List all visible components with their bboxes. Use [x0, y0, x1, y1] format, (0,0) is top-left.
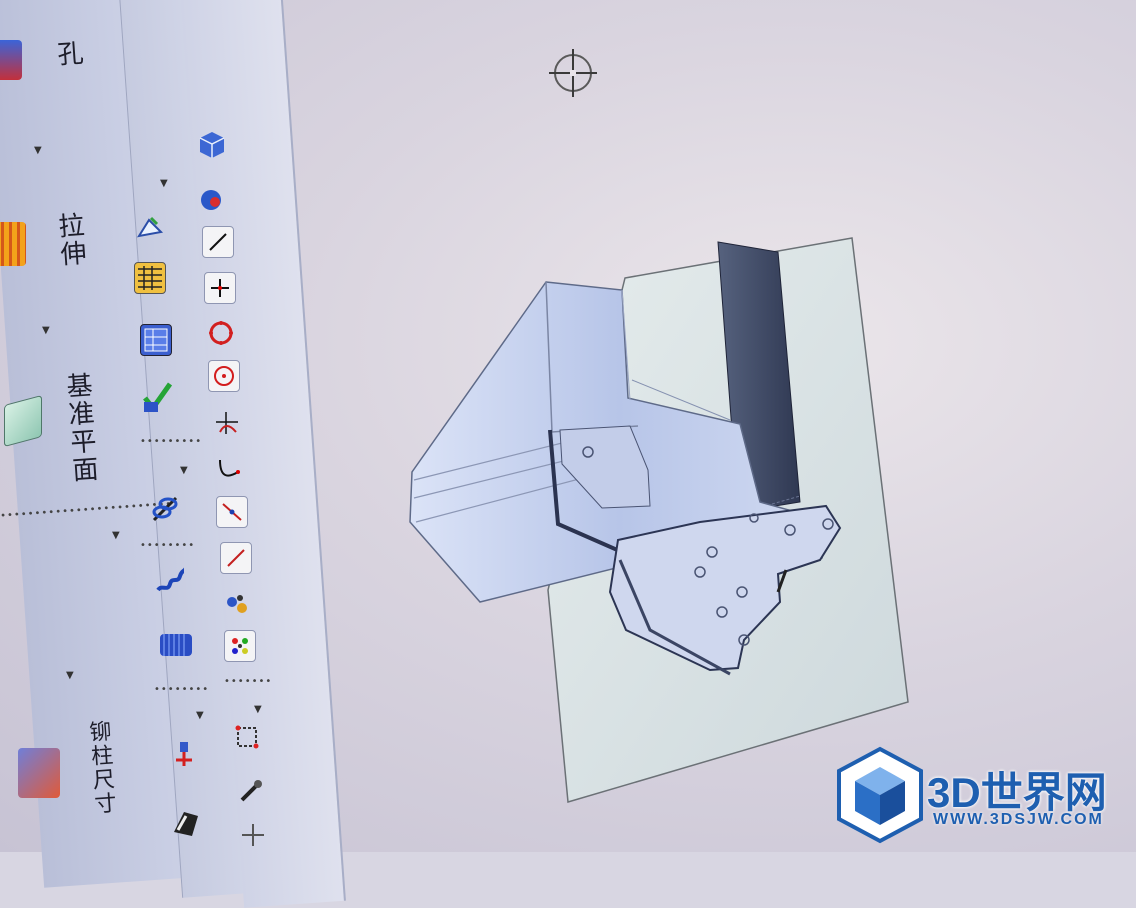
check-icon[interactable]	[142, 382, 172, 413]
watermark-url: WWW.3DSJW.COM	[933, 811, 1104, 828]
spring-icon[interactable]	[154, 566, 184, 596]
hole-dropdown-arrow[interactable]: ▼	[34, 145, 42, 156]
parts-icon[interactable]	[222, 590, 252, 620]
group-expand-arrow[interactable]: ▼	[112, 530, 120, 541]
circle-icon[interactable]	[206, 318, 236, 348]
target-icon[interactable]	[208, 360, 240, 392]
axis-tool-icon[interactable]	[168, 740, 198, 770]
cube-logo-icon	[837, 746, 923, 844]
coil-icon[interactable]	[158, 630, 194, 660]
3d-model-bracket[interactable]	[400, 230, 920, 810]
extrude-dropdown-arrow[interactable]: ▼	[42, 325, 50, 336]
table-icon[interactable]	[134, 262, 166, 294]
datum-plane-label[interactable]: 基准平面	[58, 371, 103, 485]
group-divider-b2: ••••••••	[140, 540, 196, 551]
rivet-dimension-label[interactable]: 铆柱尺寸	[81, 719, 120, 817]
tools-icon[interactable]	[236, 776, 266, 806]
spring-tool-icon[interactable]	[148, 494, 178, 524]
globe-icon[interactable]	[196, 184, 226, 214]
display-icon[interactable]	[196, 128, 226, 158]
point-icon[interactable]	[204, 272, 236, 304]
diagonal-icon[interactable]	[220, 542, 252, 574]
hole-label[interactable]: 孔	[49, 39, 88, 70]
watermark-logo: 3D世界网 WWW.3DSJW.COM	[835, 745, 1135, 845]
segment-icon[interactable]	[216, 496, 248, 528]
sketch-icon[interactable]	[135, 212, 165, 242]
line-icon[interactable]	[202, 226, 234, 258]
extrude-icon[interactable]	[0, 222, 26, 266]
chair-icon[interactable]	[168, 802, 208, 842]
vertex-icon[interactable]	[212, 408, 242, 438]
spring-group-arrow[interactable]: ▼	[180, 465, 188, 476]
tool-group-arrow[interactable]: ▼	[160, 178, 168, 189]
axis-group-arrow[interactable]: ▼	[196, 710, 204, 721]
group-divider-b1: •••••••••	[140, 436, 203, 447]
rivet-dropdown-arrow[interactable]: ▼	[66, 670, 74, 681]
frame-group-arrow[interactable]: ▼	[254, 704, 262, 715]
palette-icon[interactable]	[224, 630, 256, 662]
group-divider-c1: •••••••	[224, 676, 273, 687]
rivet-dimension-icon[interactable]	[18, 748, 60, 798]
extrude-label[interactable]: 拉伸	[50, 211, 91, 269]
hole-feature-icon[interactable]	[0, 40, 22, 80]
move-icon[interactable]	[238, 820, 268, 850]
crosshair-cursor-icon	[549, 49, 597, 97]
frame-icon[interactable]	[232, 722, 262, 752]
matrix-icon[interactable]	[140, 324, 172, 356]
curve-icon[interactable]	[214, 452, 244, 482]
group-divider-b3: ••••••••	[154, 684, 210, 695]
